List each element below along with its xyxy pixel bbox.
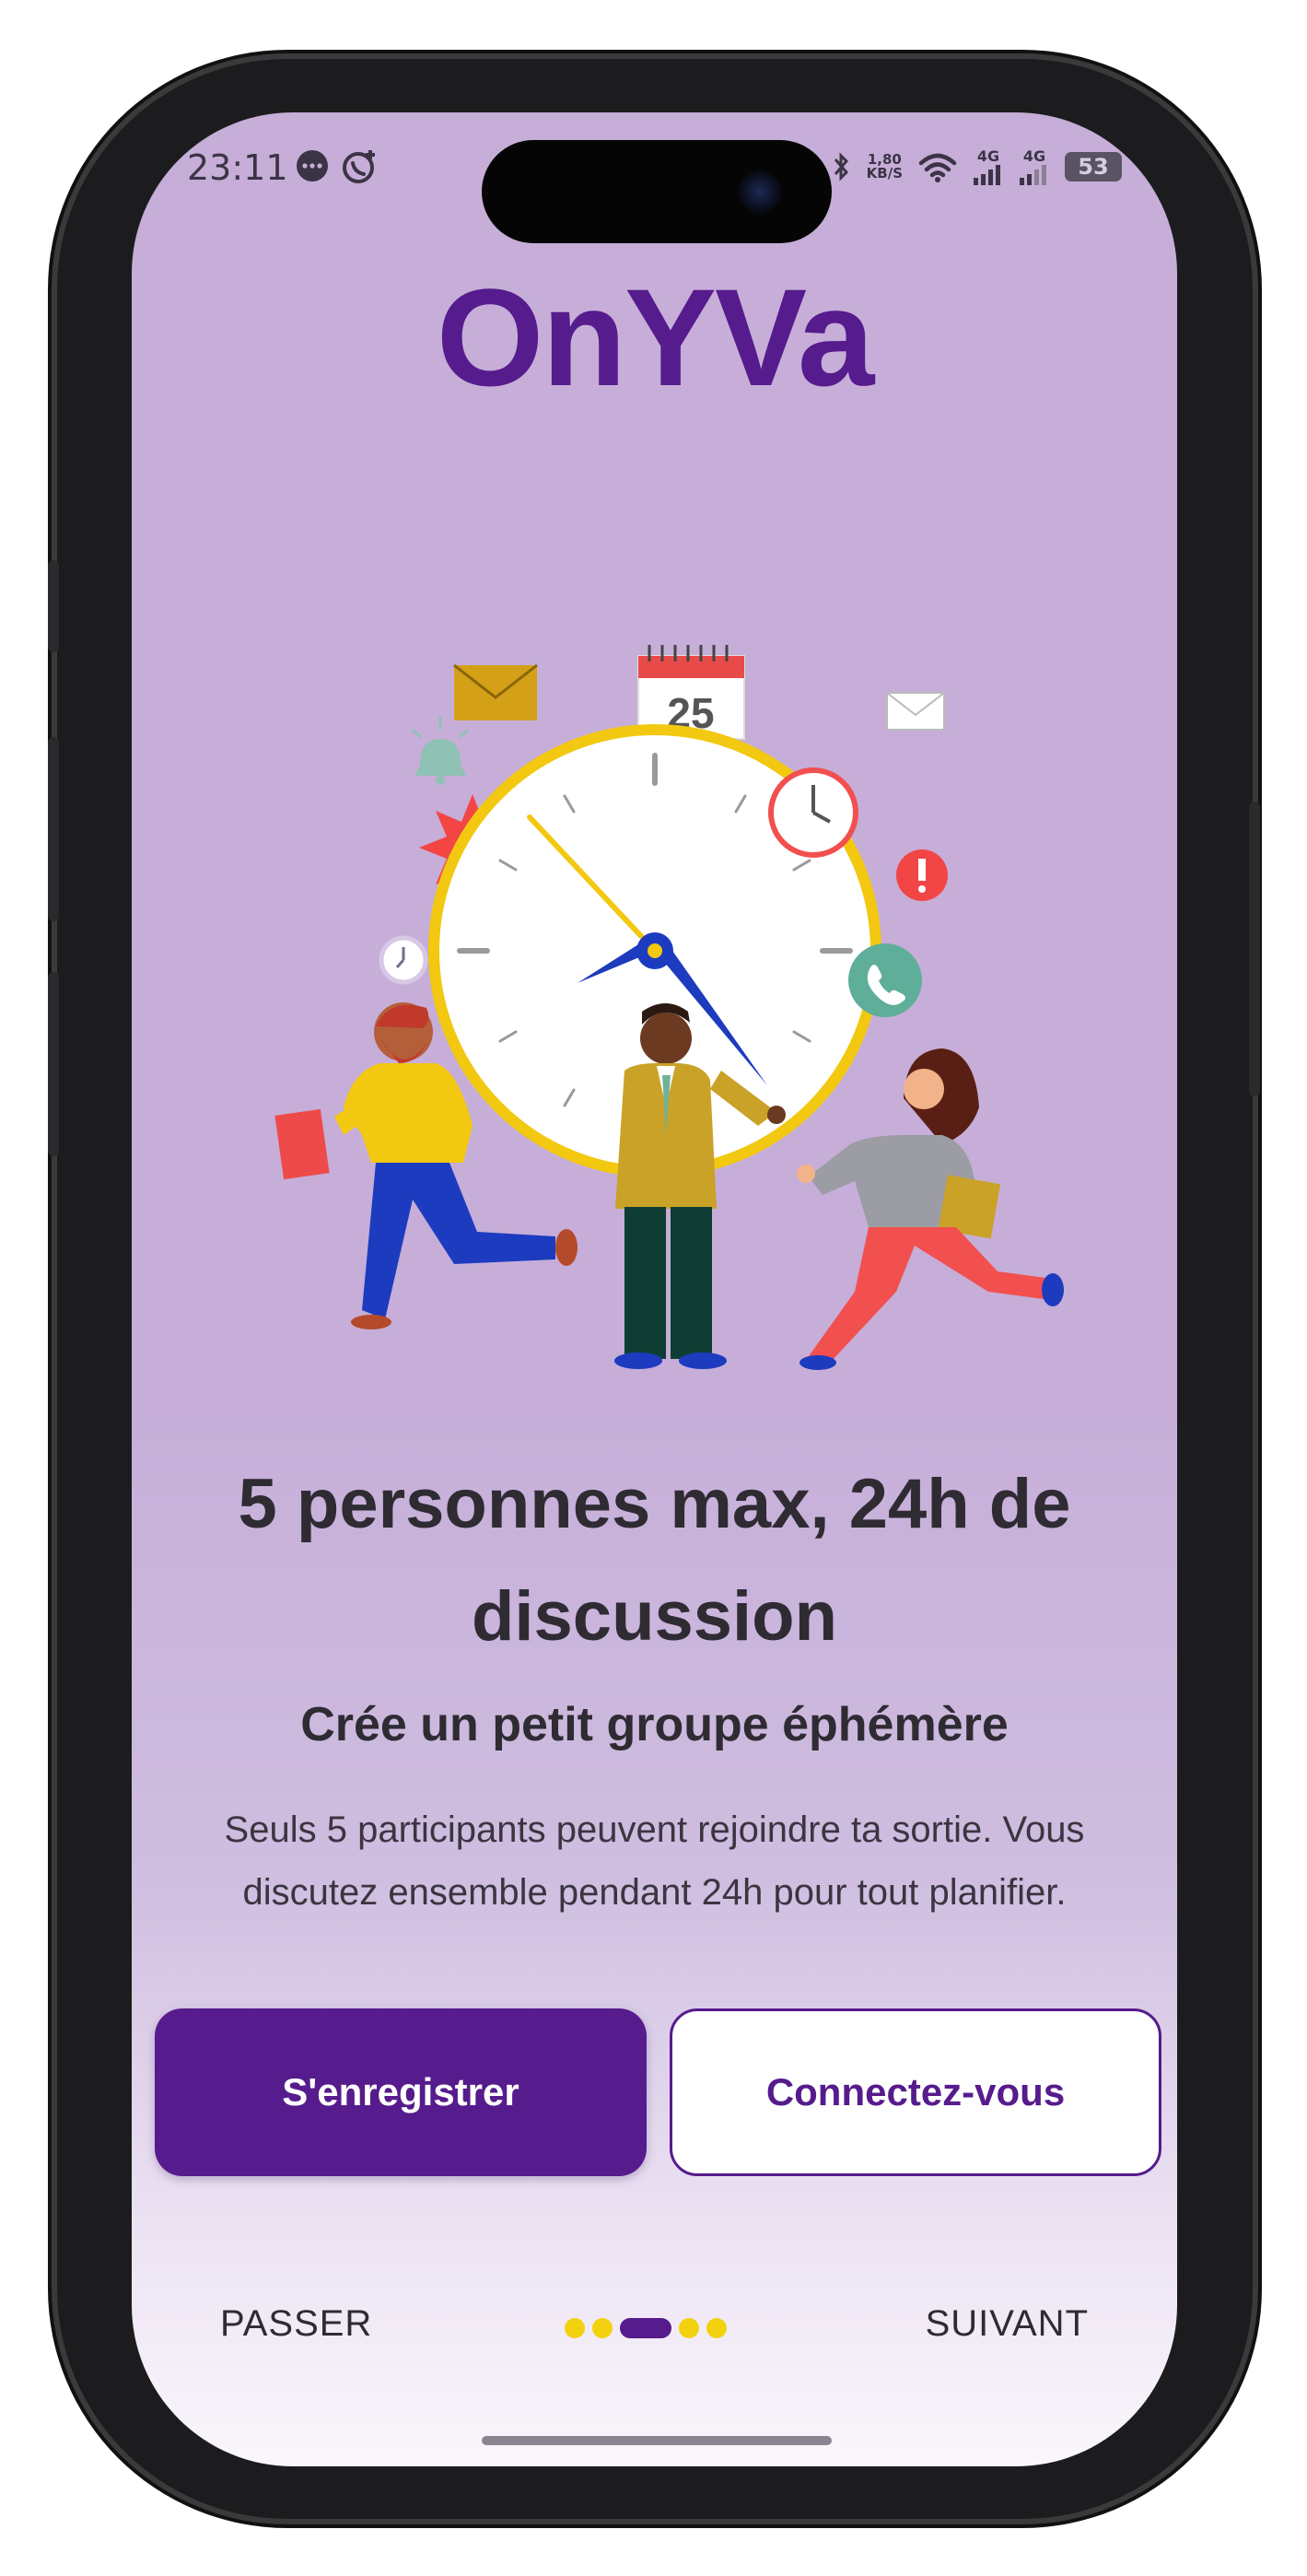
skip-button[interactable]: PASSER bbox=[220, 2303, 372, 2345]
onboarding-subtitle: Crée un petit groupe éphémère bbox=[300, 1698, 1009, 1751]
status-notification-icons bbox=[294, 147, 379, 186]
onboarding-headline: 5 personnes max, 24h de discussion bbox=[238, 1465, 1071, 1656]
battery-icon: 53 bbox=[1065, 151, 1122, 181]
app-screen: 23:11 1,80 KB/S 4G 4G 53 OnYVa 25 5 pers… bbox=[132, 112, 1177, 2466]
phone-icon bbox=[848, 943, 922, 1017]
signal-group-2: 4G bbox=[1019, 147, 1050, 185]
page-dot[interactable] bbox=[706, 2318, 727, 2338]
alert-icon bbox=[896, 849, 948, 901]
power-button bbox=[1249, 802, 1260, 1096]
app-logo: OnYVa bbox=[436, 260, 875, 415]
signal-icon bbox=[1020, 165, 1046, 185]
page-dot[interactable] bbox=[679, 2318, 699, 2338]
clock-icon bbox=[768, 767, 858, 858]
action-button bbox=[48, 560, 59, 652]
envelope-icon bbox=[453, 663, 538, 720]
page-dot[interactable] bbox=[565, 2318, 585, 2338]
network-speed-unit: KB/S bbox=[866, 164, 903, 181]
home-indicator[interactable] bbox=[482, 2436, 832, 2445]
network-type-2: 4G bbox=[1022, 147, 1046, 165]
onboarding-description: Seuls 5 participants peuvent rejoindre t… bbox=[224, 1809, 1085, 1913]
dynamic-island bbox=[482, 140, 832, 243]
network-type-1: 4G bbox=[976, 147, 1000, 165]
chat-bubble-icon bbox=[297, 150, 328, 181]
next-button[interactable]: SUIVANT bbox=[926, 2303, 1089, 2345]
status-time: 23:11 bbox=[187, 147, 288, 188]
clock-icon bbox=[379, 935, 428, 985]
register-button[interactable]: S'enregistrer bbox=[155, 2008, 647, 2176]
network-speed: 1,80 KB/S bbox=[866, 152, 903, 181]
person-running-right bbox=[797, 1048, 1064, 1370]
volume-up-button bbox=[48, 737, 59, 921]
whatsapp-icon bbox=[343, 150, 375, 183]
hero-illustration: 25 bbox=[274, 645, 1064, 1370]
wifi-icon bbox=[918, 153, 957, 182]
signal-group-1: 4G bbox=[973, 147, 1004, 185]
bluetooth-icon bbox=[834, 151, 848, 181]
volume-down-button bbox=[48, 972, 59, 1156]
envelope-icon bbox=[886, 692, 945, 731]
page-indicator bbox=[565, 2318, 727, 2338]
login-button[interactable]: Connectez-vous bbox=[670, 2008, 1161, 2176]
page-dot-active[interactable] bbox=[620, 2318, 671, 2338]
signal-icon bbox=[974, 165, 1000, 185]
front-camera bbox=[736, 168, 784, 216]
status-system-icons: 1,80 KB/S 4G 4G 53 bbox=[832, 147, 1122, 185]
bell-icon bbox=[412, 717, 469, 785]
page-dot[interactable] bbox=[592, 2318, 613, 2338]
